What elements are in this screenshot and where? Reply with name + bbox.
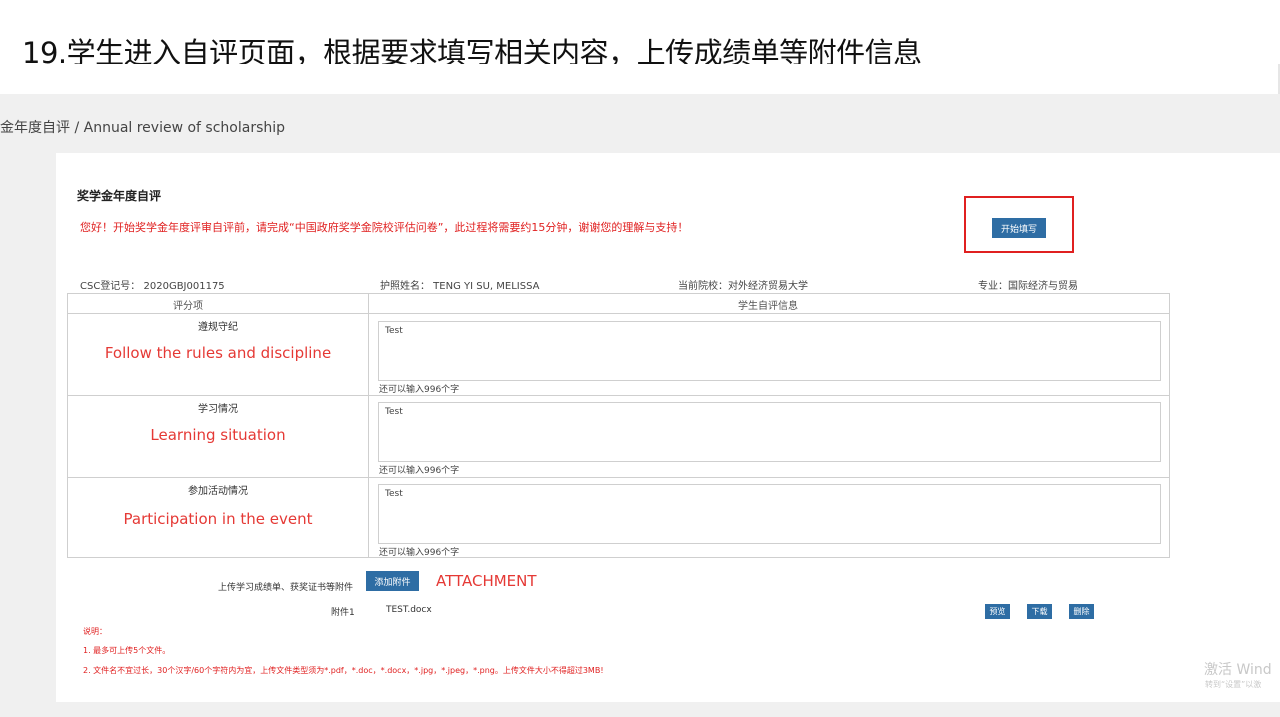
row-label-study: 学习情况 [198,404,238,415]
annotation-activities: Participation in the event [123,510,313,528]
discipline-textarea[interactable]: Test [378,321,1161,381]
csc-number: CSC登记号： 2020GBJ001175 [80,281,225,292]
survey-notice: 您好！开始奖学金年度评审自评前，请完成“中国政府奖学金院校评估问卷”，此过程将需… [80,221,689,234]
activation-watermark-sub: 转到“设置”以激 [1205,680,1262,689]
study-counter: 还可以输入996个字 [379,466,460,476]
major: 专业：国际经济与贸易 [978,281,1078,292]
activities-counter: 还可以输入996个字 [379,548,460,558]
upload-label: 上传学习成绩单、获奖证书等附件 [218,583,354,593]
section-title: 奖学金年度自评 [77,189,162,203]
activities-textarea[interactable]: Test [378,484,1161,544]
activation-watermark: 激活 Wind [1204,662,1272,678]
note-file-rules: 2. 文件名不宜过长，30个汉字/60个字符内为宜，上传文件类型须为*.pdf，… [83,666,604,675]
row-label-activities: 参加活动情况 [188,486,248,497]
start-survey-button[interactable]: 开始填写 [992,218,1046,238]
notes-heading: 说明： [83,627,107,636]
attachment-annotation: ATTACHMENT [436,572,537,590]
breadcrumb: 金年度自评 / Annual review of scholarship [0,120,286,136]
row-label-discipline: 遵规守纪 [198,322,238,333]
discipline-counter: 还可以输入996个字 [379,385,460,395]
current-school: 当前院校：对外经济贸易大学 [678,281,808,292]
study-textarea[interactable]: Test [378,402,1161,462]
preview-button[interactable]: 预览 [985,604,1010,619]
header-self-review: 学生自评信息 [738,301,798,312]
attachment-file-name: TEST.docx [386,605,432,615]
passport-name: 护照姓名： TENG YI SU, MELISSA [380,281,540,292]
self-review-table: 评分项 学生自评信息 遵规守纪 Follow the rules and dis… [67,293,1170,558]
top-bar [0,64,1280,94]
header-scoring-item: 评分项 [173,301,203,312]
add-attachment-button[interactable]: 添加附件 [366,571,419,591]
note-max-files: 1. 最多可上传5个文件。 [83,646,171,655]
delete-button[interactable]: 删除 [1069,604,1094,619]
annotation-discipline: Follow the rules and discipline [104,344,332,362]
attachment-label: 附件1 [331,608,355,618]
annotation-study: Learning situation [150,426,286,444]
download-button[interactable]: 下载 [1027,604,1052,619]
